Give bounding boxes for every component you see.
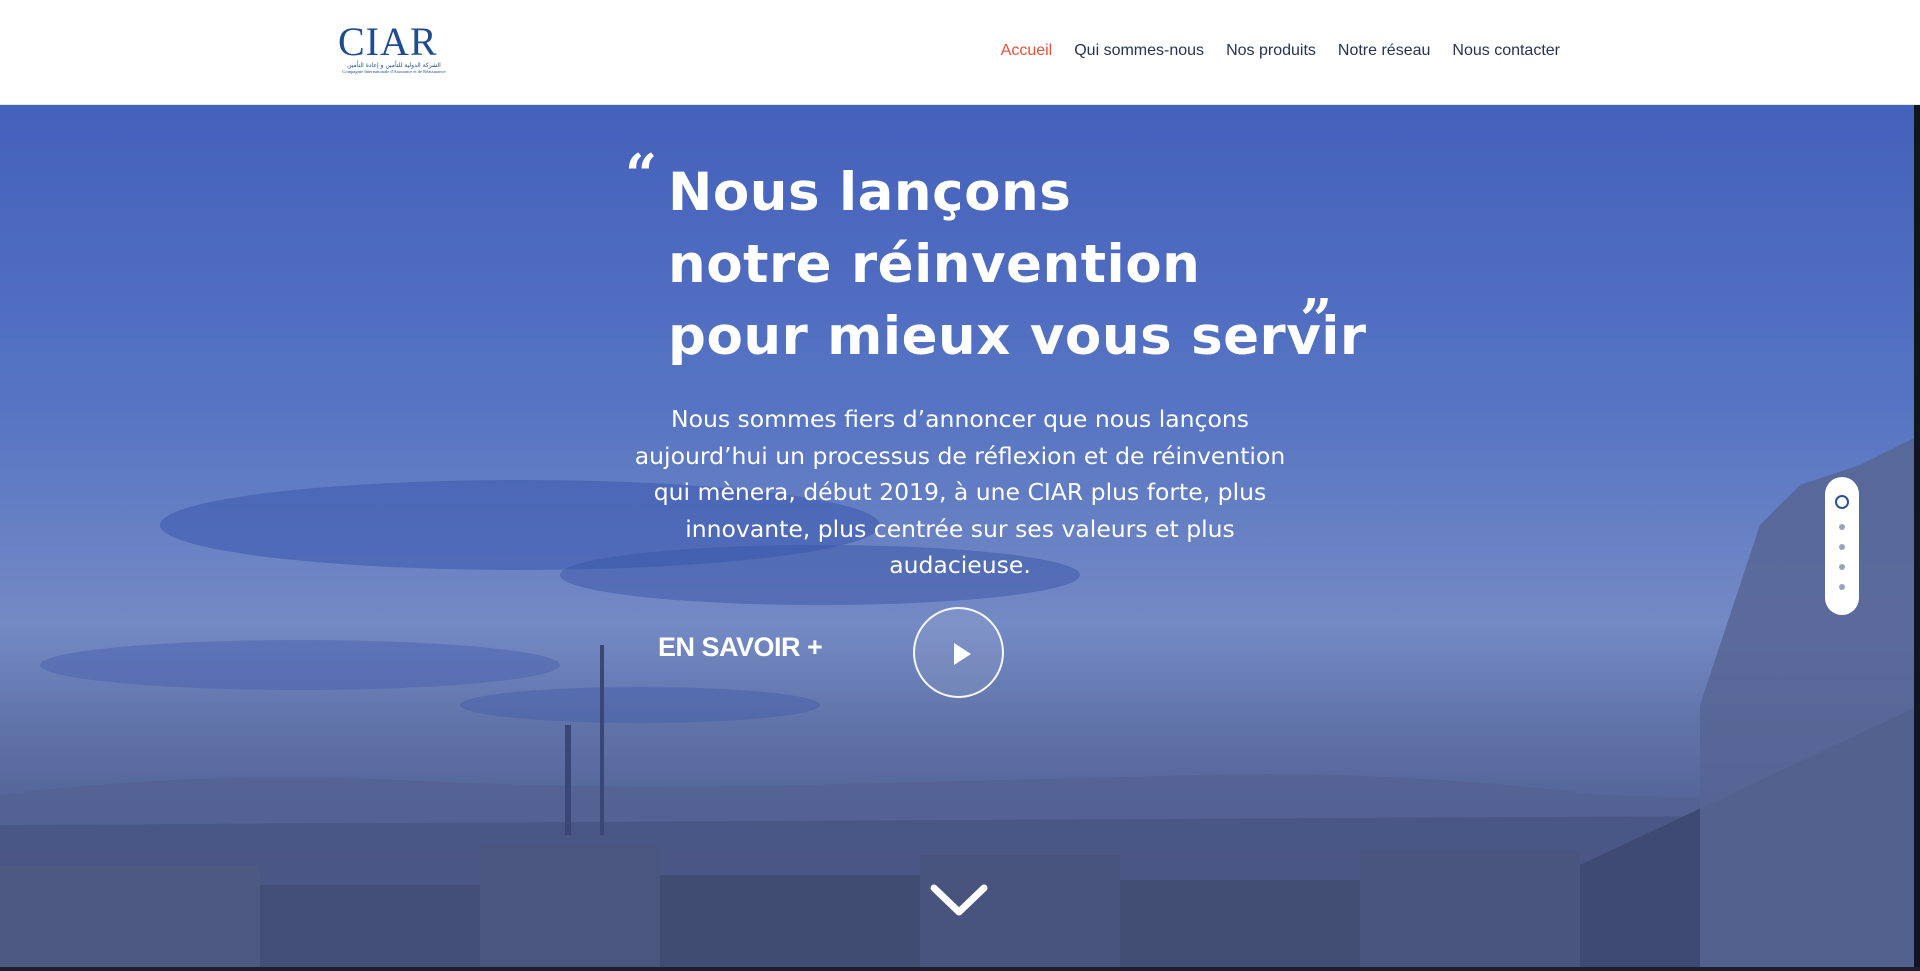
hero-intro-text: Nous sommes fiers d’annoncer que nous la… [634, 405, 1286, 579]
bottom-edge-bar [0, 967, 1920, 971]
headline-line-3: pour mieux vous servir [668, 306, 1367, 367]
headline-line-2: notre réinvention [668, 234, 1201, 295]
slide-dot-1[interactable] [1835, 495, 1849, 509]
open-quote-mark: “ [625, 142, 658, 208]
slider-pagination [1825, 477, 1859, 615]
slide-dot-3[interactable] [1839, 544, 1845, 550]
logo-arabic-text: الشركة الدولية للتأمين و إعادة التأمين [347, 62, 441, 69]
site-header: CIAR الشركة الدولية للتأمين و إعادة التأ… [0, 0, 1920, 105]
logo-subtitle: Compagnie Internationale d'Assurance et … [342, 69, 446, 74]
slide-dot-2[interactable] [1839, 524, 1845, 530]
learn-more-button[interactable]: EN SAVOIR + [658, 632, 823, 663]
nav-item-nous-contacter[interactable]: Nous contacter [1441, 40, 1571, 62]
page-scrollbar[interactable] [1914, 105, 1920, 971]
headline-line-1: Nous lançons [668, 162, 1072, 223]
slide-dot-5[interactable] [1839, 584, 1845, 590]
close-quote-mark: ” [1300, 287, 1333, 353]
nav-item-qui-sommes-nous[interactable]: Qui sommes-nous [1063, 40, 1215, 62]
hero-headline: Nous lançons notre réinvention pour mieu… [668, 157, 1367, 373]
hero-section: “ Nous lançons notre réinvention pour mi… [0, 105, 1920, 971]
nav-item-accueil[interactable]: Accueil [990, 40, 1064, 62]
play-icon [954, 643, 971, 665]
scroll-down-button[interactable] [930, 880, 988, 920]
nav-item-nos-produits[interactable]: Nos produits [1215, 40, 1327, 62]
nav-item-notre-reseau[interactable]: Notre réseau [1327, 40, 1442, 62]
ciar-logo[interactable]: CIAR الشركة الدولية للتأمين و إعادة التأ… [338, 19, 450, 76]
slide-dot-4[interactable] [1839, 564, 1845, 570]
play-video-button[interactable] [913, 607, 1004, 698]
chevron-down-icon [930, 884, 988, 916]
main-nav: Accueil Qui sommes-nous Nos produits Not… [990, 40, 1571, 62]
logo-text: CIAR [338, 19, 438, 64]
